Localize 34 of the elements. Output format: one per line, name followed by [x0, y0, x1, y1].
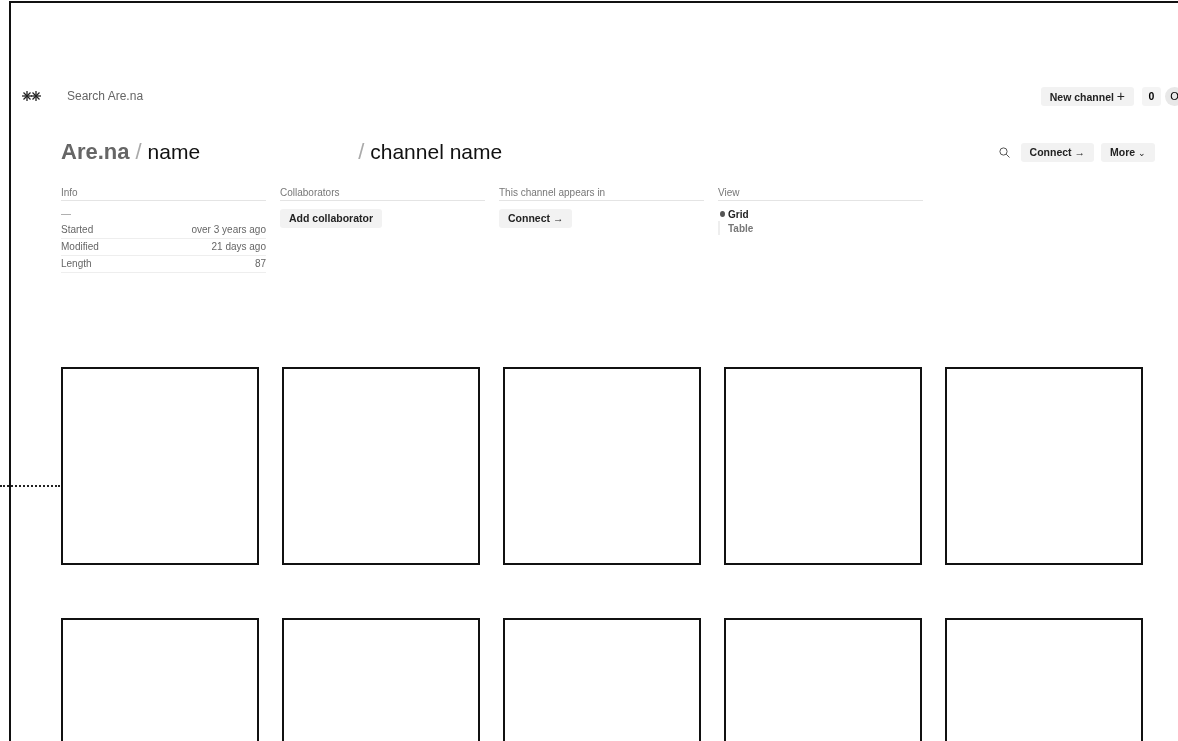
- leader-line: [0, 485, 60, 487]
- block-placeholder[interactable]: [724, 367, 922, 565]
- section-heading: Info: [61, 187, 266, 201]
- search-icon[interactable]: [998, 146, 1010, 158]
- more-button[interactable]: More ⌄: [1101, 142, 1155, 162]
- avatar[interactable]: O: [1165, 86, 1178, 106]
- notification-count[interactable]: 0: [1142, 86, 1161, 106]
- user-link[interactable]: name: [147, 140, 201, 164]
- info-label: Modified: [61, 240, 99, 254]
- info-value: 21 days ago: [211, 240, 266, 254]
- new-channel-button[interactable]: New channel +: [1040, 86, 1134, 106]
- block-placeholder[interactable]: [945, 367, 1143, 565]
- connect-button[interactable]: Connect →: [1020, 142, 1094, 162]
- view-option[interactable]: Table: [718, 221, 754, 235]
- add-collaborator-button[interactable]: Add collaborator: [280, 209, 382, 228]
- block-placeholder[interactable]: [282, 367, 480, 565]
- breadcrumb-separator: /: [135, 139, 142, 165]
- section-heading: This channel appears in: [499, 187, 704, 201]
- block-placeholder[interactable]: [503, 367, 701, 565]
- section-heading: View: [718, 187, 923, 201]
- info-label: Length: [61, 257, 92, 271]
- info-label: Started: [61, 223, 94, 237]
- section-heading: Collaborators: [280, 187, 485, 201]
- view-option[interactable]: Grid: [718, 207, 749, 221]
- info-value: 87: [254, 257, 266, 271]
- breadcrumb-separator: /: [358, 139, 365, 165]
- block-placeholder[interactable]: [61, 367, 259, 565]
- connect-button[interactable]: Connect →: [499, 209, 573, 228]
- owner-link[interactable]: Are.na: [61, 139, 130, 165]
- channel-title: channel name: [370, 140, 503, 164]
- asterisk-logo-icon[interactable]: [22, 91, 42, 101]
- search-field[interactable]: Search Are.na: [67, 89, 267, 103]
- description-text: —: [61, 207, 72, 221]
- info-value: over 3 years ago: [191, 223, 266, 237]
